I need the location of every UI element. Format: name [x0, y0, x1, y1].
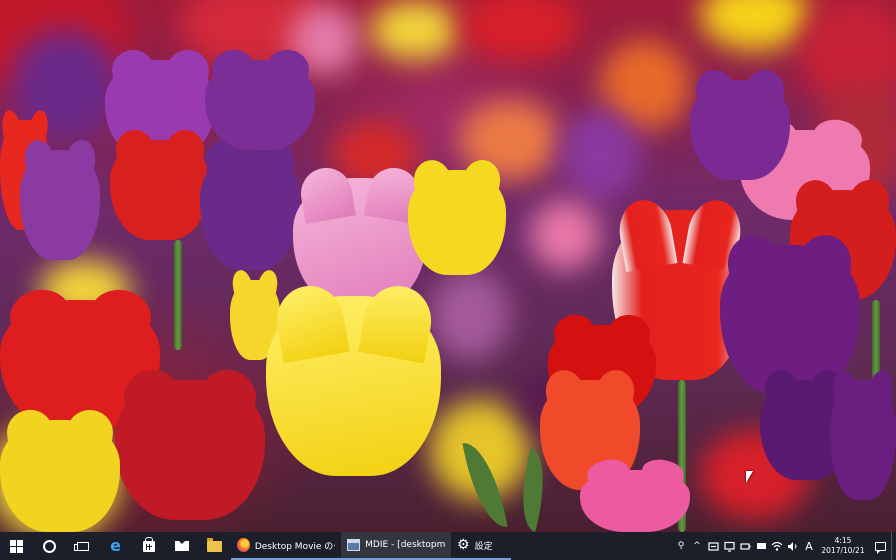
- bg-flower: [460, 0, 580, 60]
- bg-flower: [560, 110, 640, 200]
- mail-button[interactable]: [165, 532, 198, 560]
- taskbar-app-label: Desktop Movie のダ: [254, 541, 335, 552]
- taskbar-app-label: 設定: [474, 541, 493, 552]
- gear-icon: ⚙: [457, 537, 470, 553]
- purple-tulip: [200, 150, 300, 270]
- wifi-icon[interactable]: [770, 532, 784, 560]
- sync-icon[interactable]: [706, 532, 720, 560]
- task-view-icon: [73, 541, 89, 551]
- taskbar-clock[interactable]: 4:15 2017/10/21: [820, 536, 866, 556]
- mdie-icon: [347, 539, 361, 551]
- firefox-icon: [237, 538, 250, 552]
- show-desktop-button[interactable]: [891, 532, 896, 560]
- bg-flower: [530, 200, 600, 270]
- taskbar-app-settings[interactable]: ⚙ 設定: [451, 532, 511, 560]
- purple-tulip: [830, 380, 896, 500]
- purple-tulip: [690, 80, 790, 180]
- tulip-stem: [174, 240, 182, 350]
- red-tulip: [110, 140, 210, 240]
- mail-icon: [174, 538, 189, 551]
- desktop-wallpaper: [0, 0, 896, 532]
- folder-icon: [207, 537, 222, 552]
- cortana-icon: [43, 539, 56, 553]
- bg-flower: [430, 270, 510, 360]
- pink-tulip: [580, 470, 690, 532]
- start-button[interactable]: [0, 532, 33, 560]
- edge-button[interactable]: e: [99, 532, 132, 560]
- chevron-up-icon[interactable]: ^: [690, 532, 704, 560]
- display-icon[interactable]: [754, 532, 768, 560]
- store-button[interactable]: [132, 532, 165, 560]
- notification-icon: [874, 541, 886, 554]
- edge-icon: e: [110, 536, 121, 555]
- bg-flower: [700, 0, 810, 50]
- taskbar: e Desktop Movie のダ MDIE - [desktopmo ⚙ 設…: [0, 532, 896, 560]
- taskbar-app-mdie[interactable]: MDIE - [desktopmo: [341, 532, 451, 560]
- action-center-button[interactable]: [869, 532, 891, 560]
- screen-icon[interactable]: [722, 532, 736, 560]
- cortana-button[interactable]: [33, 532, 66, 560]
- windows-logo-icon: [10, 539, 23, 553]
- taskbar-app-label: MDIE - [desktopmo: [365, 540, 445, 550]
- yellow-tulip: [266, 296, 441, 476]
- yellow-tulip: [0, 420, 120, 532]
- store-icon: [142, 536, 155, 552]
- file-explorer-button[interactable]: [198, 532, 231, 560]
- clock-time: 4:15: [834, 536, 852, 545]
- red-tulip: [115, 380, 265, 520]
- battery-icon[interactable]: [738, 532, 752, 560]
- purple-tulip: [20, 150, 100, 260]
- taskbar-app-firefox[interactable]: Desktop Movie のダ: [231, 532, 341, 560]
- purple-tulip: [205, 60, 315, 150]
- bg-flower: [370, 0, 460, 60]
- task-view-button[interactable]: [66, 532, 99, 560]
- system-tray: ⚲ ^ A 4:15 2017/10/21: [673, 532, 896, 560]
- mouse-cursor: [746, 471, 753, 483]
- yellow-tulip: [408, 170, 506, 275]
- volume-icon[interactable]: [786, 532, 800, 560]
- clock-date: 2017/10/21: [821, 546, 865, 555]
- ime-indicator[interactable]: A: [802, 532, 816, 560]
- people-icon[interactable]: ⚲: [674, 532, 688, 560]
